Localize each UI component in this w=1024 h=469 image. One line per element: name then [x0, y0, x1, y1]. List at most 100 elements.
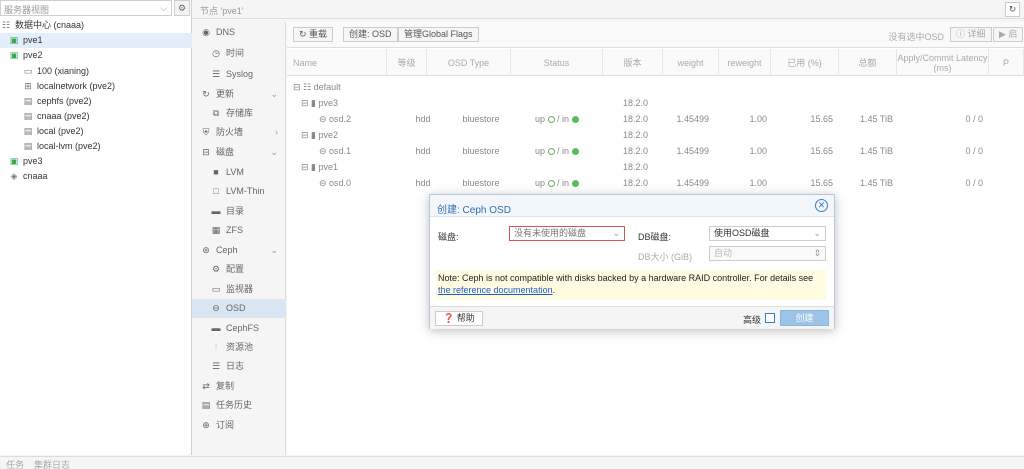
vm-icon: ▭ — [23, 66, 33, 76]
tree-item-localnetwork[interactable]: ⊞ localnetwork (pve2) — [0, 79, 192, 94]
menu-item-task-history[interactable]: ▤ 任务历史 — [192, 396, 286, 415]
view-selector-label: 服务器视图 — [4, 5, 50, 15]
ceph-icon: ⊛ — [202, 245, 210, 255]
tree-item-pve3[interactable]: ▣ pve3 — [0, 154, 192, 169]
view-selector[interactable]: 服务器视图 ⌵ — [0, 0, 172, 16]
col-status[interactable]: Status — [511, 49, 603, 76]
row-weight: 1.45499 — [676, 146, 709, 156]
col-used[interactable]: 已用 (%) — [771, 49, 839, 76]
tree-item-datacenter[interactable]: ☷ 数据中心 (cnaaa) — [0, 18, 192, 33]
menu-item-firewall[interactable]: ⛨ 防火墙 › — [192, 123, 286, 142]
menu-item-ceph[interactable]: ⊛ Ceph ⌄ — [192, 241, 286, 260]
dialog-header: 创建: Ceph OSD ✕ — [430, 195, 834, 217]
menu-item-zfs[interactable]: ▦ ZFS — [192, 221, 286, 240]
row-osd-type: bluestore — [462, 178, 500, 188]
server-icon: ▮ — [311, 98, 319, 108]
menu-item-lvm[interactable]: ■ LVM — [192, 163, 286, 182]
table-row[interactable]: ⊟ ☷ default — [287, 79, 1024, 95]
db-size-input[interactable]: 自动 ⇕ — [709, 246, 826, 261]
tree-item-pve2[interactable]: ▣ pve2 — [0, 48, 192, 63]
tree-item-local-lvm[interactable]: ▤ local-lvm (pve2) — [0, 139, 192, 154]
col-osd-type[interactable]: OSD Type — [427, 49, 511, 76]
row-weight: 1.45499 — [676, 178, 709, 188]
table-row[interactable]: ⊖ osd.0 hdd bluestore up / in 18.2.0 1.4… — [287, 175, 1024, 191]
tree-item-pve1[interactable]: ▣ pve1 — [0, 33, 192, 48]
table-row[interactable]: ⊖ osd.2 hdd bluestore up / in 18.2.0 1.4… — [287, 111, 1024, 127]
menu-item-repositories[interactable]: ⧉ 存储库 — [192, 104, 286, 123]
start-button[interactable]: ▶ 启 — [993, 27, 1024, 42]
disk-select[interactable]: 没有未使用的磁盘 ⌄ — [509, 226, 625, 241]
table-row[interactable]: ⊖ osd.1 hdd bluestore up / in 18.2.0 1.4… — [287, 143, 1024, 159]
menu-item-ceph-log[interactable]: ☰ 日志 — [192, 357, 286, 376]
row-name: default — [313, 82, 341, 92]
row-name: osd.1 — [329, 146, 352, 156]
up-status-icon — [547, 116, 555, 123]
in-status-icon — [571, 116, 579, 123]
menu-item-syslog[interactable]: ☰ Syslog — [192, 65, 286, 84]
row-reweight: 1.00 — [749, 146, 767, 156]
menu-item-time[interactable]: ◷ 时间 — [192, 44, 286, 63]
tab-cluster-log[interactable]: 集群日志 — [34, 458, 70, 469]
menu-item-updates[interactable]: ↻ 更新 ⌄ — [192, 85, 286, 104]
row-latency: 0 / 0 — [965, 114, 983, 124]
create-button[interactable]: 创建 — [780, 310, 829, 326]
row-osd-type: bluestore — [462, 114, 500, 124]
menu-item-pools[interactable]: ⫶ 资源池 — [192, 338, 286, 357]
menu-item-ceph-config[interactable]: ⚙ 配置 — [192, 260, 286, 279]
reference-documentation-link[interactable]: the reference documentation — [438, 285, 553, 295]
menu-item-subscription[interactable]: ⊕ 订阅 — [192, 416, 286, 435]
menu-item-ceph-osd[interactable]: ⊖ OSD — [192, 299, 286, 318]
node-menu: ◉ DNS ◷ 时间 ☰ Syslog ↻ 更新 ⌄ ⧉ 存储库 ⛨ 防火墙 › ⊟ 磁盘 ⌄ ■ L… — [192, 22, 286, 455]
advanced-checkbox[interactable] — [765, 313, 775, 323]
tab-tasks[interactable]: 任务 — [6, 458, 24, 469]
menu-item-disks[interactable]: ⊟ 磁盘 ⌄ — [192, 143, 286, 162]
row-status: up — [535, 146, 546, 156]
table-row[interactable]: ⊟ ▮ pve1 18.2.0 — [287, 159, 1024, 175]
col-latency[interactable]: Apply/Commit Latency (ms) — [897, 49, 989, 76]
create-osd-button[interactable]: 创建: OSD — [343, 27, 398, 42]
col-p[interactable]: P — [989, 49, 1024, 76]
tree-item-cnaaa-storage[interactable]: ▤ cnaaa (pve2) — [0, 109, 192, 124]
table-row[interactable]: ⊟ ▮ pve3 18.2.0 — [287, 95, 1024, 111]
reload-button[interactable]: ↻ 重载 — [293, 27, 334, 42]
sitemap-icon: ⫶ — [214, 342, 218, 352]
table-row[interactable]: ⊟ ▮ pve2 18.2.0 — [287, 127, 1024, 143]
col-weight[interactable]: weight — [663, 49, 719, 76]
help-button[interactable]: ❓ 帮助 — [435, 311, 483, 326]
disk-label: 磁盘: — [438, 232, 459, 242]
row-used: 15.65 — [810, 114, 833, 124]
col-name[interactable]: Name — [287, 49, 387, 76]
menu-item-directory[interactable]: ▬ 目录 — [192, 202, 286, 221]
refresh-icon: ↻ — [202, 89, 210, 99]
menu-item-lvm-thin[interactable]: □ LVM-Thin — [192, 182, 286, 201]
row-name: pve1 — [318, 162, 339, 172]
tree-item-cnaaa-tag[interactable]: ◈ cnaaa — [0, 169, 192, 184]
storage-icon: ▤ — [23, 111, 33, 121]
tree-minus-icon: ⊟ — [301, 162, 312, 172]
row-latency: 0 / 0 — [965, 178, 983, 188]
menu-item-cephfs[interactable]: ▬ CephFS — [192, 319, 286, 338]
gear-icon[interactable]: ⚙ — [174, 0, 190, 16]
col-class[interactable]: 等级 — [387, 49, 427, 76]
reload-icon[interactable]: ↻ — [1005, 2, 1020, 17]
dialog-title: 创建: Ceph OSD — [437, 205, 511, 216]
play-icon: ▶ — [999, 29, 1009, 39]
tree-item-local[interactable]: ▤ local (pve2) — [0, 124, 192, 139]
details-button[interactable]: ⓘ 详细 — [950, 27, 992, 42]
db-disk-select[interactable]: 使用OSD磁盘 ⌄ — [709, 226, 826, 241]
manage-global-flags-button[interactable]: 管理Global Flags — [398, 27, 479, 42]
col-reweight[interactable]: reweight — [719, 49, 771, 76]
menu-item-replication[interactable]: ⇄ 复制 — [192, 377, 286, 396]
close-icon[interactable]: ✕ — [815, 199, 828, 212]
chevron-down-icon: ⌄ — [270, 147, 278, 157]
tree-item-cephfs[interactable]: ▤ cephfs (pve2) — [0, 94, 192, 109]
server-icon: ▣ — [9, 35, 19, 45]
col-total[interactable]: 总额 — [839, 49, 897, 76]
col-version[interactable]: 版本 — [603, 49, 663, 76]
list-icon: ☰ — [211, 69, 221, 79]
selection-status: 没有选中OSD — [888, 32, 944, 42]
tree-item-vm-100[interactable]: ▭ 100 (xianing) — [0, 64, 192, 79]
menu-item-dns[interactable]: ◉ DNS — [192, 23, 286, 42]
menu-item-ceph-monitor[interactable]: ▭ 监视器 — [192, 280, 286, 299]
hdd-icon: ⊖ — [319, 178, 330, 188]
